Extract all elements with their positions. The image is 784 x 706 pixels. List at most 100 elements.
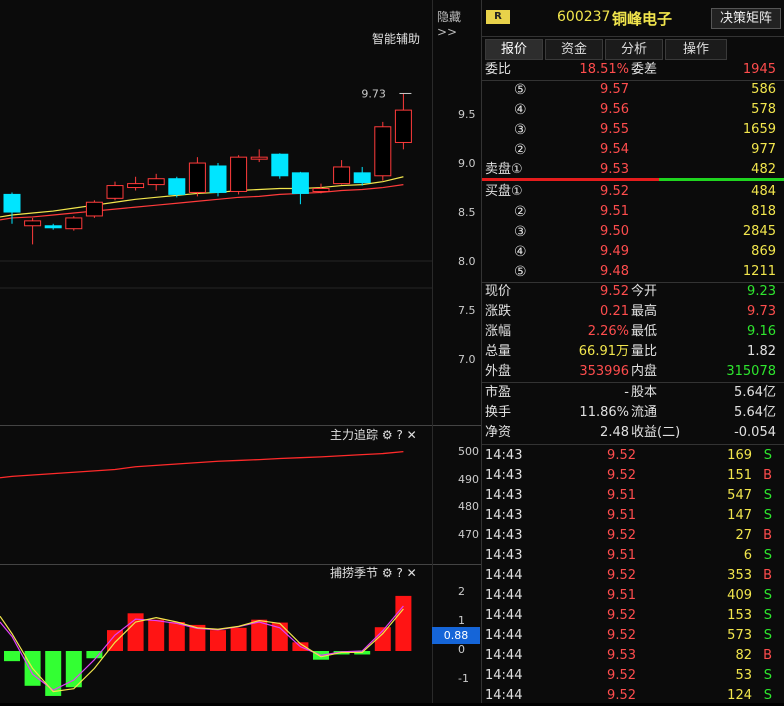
candle-body[interactable] (127, 183, 145, 189)
high-marker-label: 9.73 (361, 87, 386, 100)
candle-body[interactable] (44, 225, 62, 229)
stat-value: 9.52 (600, 284, 629, 299)
help-icon[interactable]: ? (396, 428, 402, 442)
candle-body[interactable] (168, 178, 186, 195)
season-bar[interactable] (4, 651, 20, 662)
candle-body[interactable] (65, 217, 83, 230)
tick-row[interactable]: 14:43 9.52 151 B (482, 466, 784, 486)
candle-body[interactable] (312, 188, 330, 192)
tick-row[interactable]: 14:44 9.52 124 S (482, 686, 784, 706)
tick-price: 9.52 (607, 568, 636, 583)
tab-analysis[interactable]: 分析 (605, 39, 663, 60)
season-bar[interactable] (168, 622, 185, 651)
candle-body[interactable] (353, 172, 371, 184)
hide-button[interactable]: 隐藏>> (437, 8, 481, 39)
tick-row[interactable]: 14:43 9.52 169 S (482, 446, 784, 466)
tick-row[interactable]: 14:44 9.52 353 B (482, 566, 784, 586)
season-bar[interactable] (395, 595, 412, 651)
bid-row[interactable]: ③ 9.50 2845 (482, 222, 784, 242)
candle-body[interactable] (271, 153, 289, 177)
tick-row[interactable]: 14:43 9.51 6 S (482, 546, 784, 566)
level-price: 9.54 (600, 142, 629, 157)
season-bar[interactable] (230, 627, 247, 651)
candle-body[interactable] (333, 166, 351, 185)
ask-row[interactable]: ③ 9.55 1659 (482, 120, 784, 140)
tab-operation[interactable]: 操作 (665, 39, 727, 60)
tick-row[interactable]: 14:43 9.51 547 S (482, 486, 784, 506)
chart-area[interactable]: 9.73 智能辅助 主力追踪 ⚙ ? ✕ 捕捞季节 ⚙ ? ✕ (0, 0, 432, 703)
stat-value: 1.82 (747, 344, 776, 359)
candle-body[interactable] (3, 193, 21, 213)
divider (482, 444, 784, 445)
candle-body[interactable] (106, 185, 124, 199)
season-bar[interactable] (251, 619, 268, 651)
tick-side: S (763, 688, 772, 703)
season-bar[interactable] (65, 651, 82, 688)
stat-value: 2.48 (600, 425, 629, 440)
level-price: 9.55 (600, 122, 629, 137)
bid-row[interactable]: ② 9.51 818 (482, 202, 784, 222)
candle-body[interactable] (188, 162, 206, 193)
candle-body[interactable] (230, 156, 248, 192)
tick-price: 9.51 (607, 508, 636, 523)
tick-volume: 409 (727, 588, 752, 603)
level-label: 买盘① (485, 184, 523, 199)
tick-volume: 151 (727, 468, 752, 483)
gear-icon[interactable]: ⚙ (382, 566, 393, 580)
weibi-row: 委比 18.51% 委差 1945 (482, 60, 784, 81)
divider (482, 382, 784, 383)
season-label[interactable]: 捕捞季节 (330, 566, 378, 580)
stat-label: 现价 (485, 284, 512, 299)
season-bar[interactable] (210, 630, 226, 651)
season-bar[interactable] (45, 651, 62, 696)
tick-row[interactable]: 14:44 9.52 53 S (482, 666, 784, 686)
season-bar[interactable] (107, 630, 123, 651)
level-price: 9.56 (600, 102, 629, 117)
tick-row[interactable]: 14:44 9.52 153 S (482, 606, 784, 626)
stat-label: 最高 (631, 304, 658, 319)
tab-quote[interactable]: 报价 (485, 39, 543, 60)
tick-row[interactable]: 14:44 9.51 409 S (482, 586, 784, 606)
tick-row[interactable]: 14:43 9.51 147 S (482, 506, 784, 526)
close-icon[interactable]: ✕ (407, 428, 417, 442)
tick-row[interactable]: 14:44 9.53 82 B (482, 646, 784, 666)
tick-price: 9.51 (607, 588, 636, 603)
smart-assist-label[interactable]: 智能辅助 (372, 30, 420, 47)
candle-body[interactable] (85, 201, 103, 217)
ask-row[interactable]: ⑤ 9.57 586 (482, 80, 784, 100)
decision-matrix-button[interactable]: 决策矩阵 (711, 8, 781, 29)
bid-row[interactable]: ④ 9.49 869 (482, 242, 784, 262)
fishing-season-chart[interactable] (0, 565, 432, 703)
price-axis: 隐藏>> (432, 0, 481, 703)
level-price: 9.50 (600, 224, 629, 239)
ask-row[interactable]: ④ 9.56 578 (482, 100, 784, 120)
stat-label: 收益(二) (631, 425, 681, 440)
candle-body[interactable] (291, 172, 309, 194)
tick-row[interactable]: 14:44 9.52 573 S (482, 626, 784, 646)
trace-label[interactable]: 主力追踪 (330, 428, 378, 442)
candle-body[interactable] (394, 109, 412, 143)
candle-body[interactable] (374, 126, 392, 177)
candle-body[interactable] (147, 178, 165, 186)
candle-body[interactable] (209, 165, 227, 193)
tick-time: 14:43 (485, 528, 523, 543)
trace-line (0, 450, 404, 479)
season-bar[interactable] (148, 619, 165, 651)
candlestick-chart[interactable]: 9.73 (0, 0, 432, 425)
tab-capital[interactable]: 资金 (545, 39, 603, 60)
tick-volume: 82 (735, 648, 752, 663)
main-force-trace-chart[interactable] (0, 426, 432, 564)
bid-row[interactable]: 买盘① 9.52 484 (482, 182, 784, 202)
close-icon[interactable]: ✕ (407, 566, 417, 580)
tick-row[interactable]: 14:43 9.52 27 B (482, 526, 784, 546)
bid-row[interactable]: ⑤ 9.48 1211 (482, 262, 784, 282)
candle-body[interactable] (250, 156, 268, 160)
trace-tick: 500 (458, 445, 479, 458)
candle-body[interactable] (24, 220, 42, 227)
ask-row[interactable]: ② 9.54 977 (482, 140, 784, 160)
stat-label: 内盘 (631, 364, 658, 379)
gear-icon[interactable]: ⚙ (382, 428, 393, 442)
ask-row[interactable]: 卖盘① 9.53 482 (482, 160, 784, 180)
help-icon[interactable]: ? (396, 566, 402, 580)
tick-side: S (763, 548, 772, 563)
